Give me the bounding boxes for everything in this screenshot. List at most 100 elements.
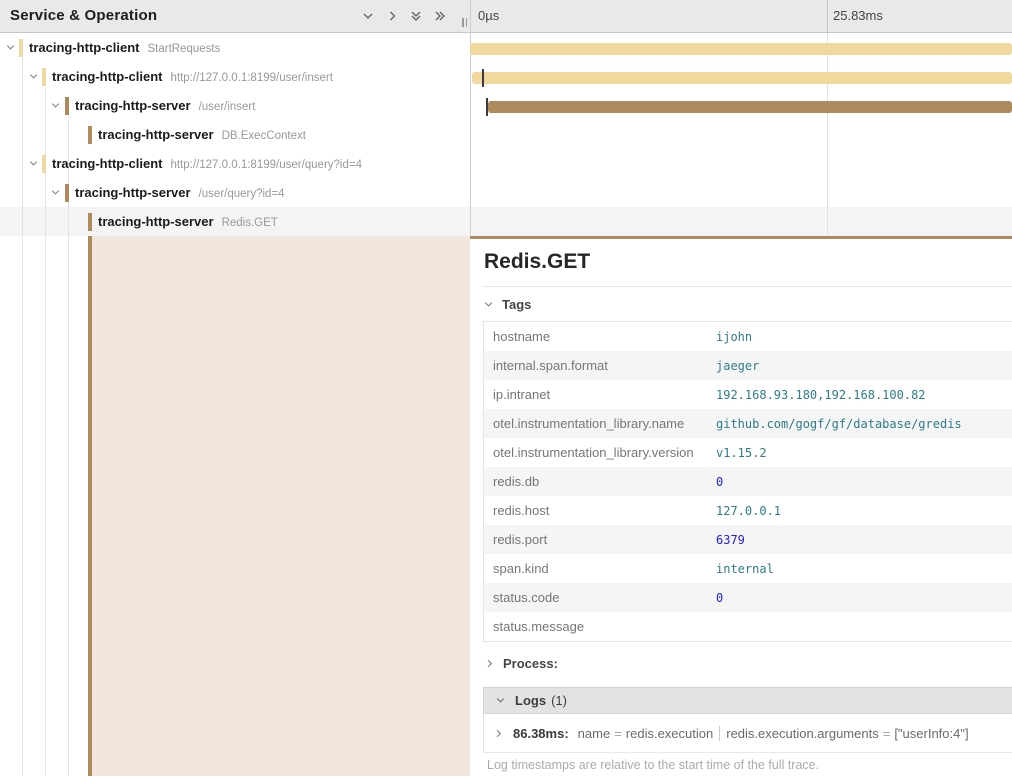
chevron-down-icon — [483, 299, 494, 310]
logs-section-label: Logs — [515, 693, 546, 708]
span-service-name: tracing-http-server/user/insert — [75, 98, 255, 113]
logs-count: (1) — [551, 693, 567, 708]
tag-key: redis.port — [484, 532, 716, 547]
selected-span-detail-tint — [92, 236, 470, 776]
span-duration-bar[interactable] — [470, 43, 1012, 55]
tag-row: internal.span.formatjaeger — [484, 351, 1012, 380]
span-color-indicator — [42, 155, 46, 173]
span-row[interactable]: tracing-http-clienthttp://127.0.0.1:8199… — [0, 149, 470, 178]
span-color-indicator — [42, 68, 46, 86]
expander-chevron-down-icon[interactable] — [5, 42, 16, 53]
span-detail-panel: Redis.GET Tags hostnameijohn internal.spa… — [470, 236, 1012, 776]
tag-row: status.message — [484, 612, 1012, 641]
process-section-label: Process: — [503, 656, 558, 671]
expander-chevron-down-icon[interactable] — [50, 187, 61, 198]
span-row[interactable]: tracing-http-server/user/insert — [0, 91, 470, 120]
chevron-right-icon[interactable] — [384, 9, 399, 24]
span-service-name: tracing-http-clientStartRequests — [29, 40, 220, 55]
tag-row: otel.instrumentation_library.namegithub.… — [484, 409, 1012, 438]
expander-chevron-down-icon[interactable] — [28, 71, 39, 82]
span-operation-name: http://127.0.0.1:8199/user/query?id=4 — [171, 159, 363, 171]
span-row[interactable]: tracing-http-clienthttp://127.0.0.1:8199… — [0, 62, 470, 91]
timeline-tick-mid: 25.83ms — [833, 8, 883, 23]
equals-sign: = — [879, 726, 895, 741]
tag-value: 6379 — [716, 533, 745, 547]
log-fields: name=redis.executionredis.execution.argu… — [578, 726, 969, 741]
span-duration-bar[interactable] — [488, 101, 1012, 113]
log-entry-row[interactable]: 86.38ms: name=redis.executionredis.execu… — [483, 714, 1012, 753]
span-service-name: tracing-http-serverDB.ExecContext — [98, 127, 306, 142]
logs-section-header[interactable]: Logs (1) — [483, 687, 1012, 714]
tag-key: span.kind — [484, 561, 716, 576]
tag-value: internal — [716, 562, 774, 576]
tags-section-header[interactable]: Tags — [483, 297, 531, 312]
log-field-key: name — [578, 726, 611, 741]
span-row[interactable]: tracing-http-clientStartRequests — [0, 33, 470, 62]
span-service-name: tracing-http-server/user/query?id=4 — [75, 185, 285, 200]
chevron-right-icon — [493, 728, 504, 739]
span-service-name: tracing-http-clienthttp://127.0.0.1:8199… — [52, 69, 333, 84]
span-operation-name: /user/insert — [199, 101, 256, 113]
chevron-right-icon — [484, 658, 495, 669]
tags-section-label: Tags — [502, 297, 531, 312]
span-row[interactable]: tracing-http-serverDB.ExecContext — [0, 120, 470, 149]
tag-value: 192.168.93.180,192.168.100.82 — [716, 388, 926, 402]
divider — [482, 286, 1012, 287]
log-field-value: ["userInfo:4"] — [894, 726, 968, 741]
log-field-separator — [719, 726, 720, 741]
tag-key: status.message — [484, 619, 716, 634]
tag-value: 127.0.0.1 — [716, 504, 781, 518]
tag-key: otel.instrumentation_library.name — [484, 416, 716, 431]
span-color-indicator — [65, 184, 69, 202]
tag-row: span.kindinternal — [484, 554, 1012, 583]
span-tree-rows: tracing-http-clientStartRequests tracing-… — [0, 33, 470, 236]
log-marker-tick — [486, 98, 488, 116]
log-timestamp: 86.38ms: — [513, 726, 569, 741]
tag-value: ijohn — [716, 330, 752, 344]
expander-chevron-down-icon[interactable] — [50, 100, 61, 111]
log-field-key: redis.execution.arguments — [726, 726, 878, 741]
double-chevron-down-icon[interactable] — [408, 9, 423, 24]
log-footnote: Log timestamps are relative to the start… — [487, 758, 819, 772]
timeline-rows — [470, 33, 1012, 236]
log-field-value: redis.execution — [626, 726, 713, 741]
timeline-header: 0µs 25.83ms — [470, 0, 1012, 33]
tag-value: 0 — [716, 591, 723, 605]
timeline-tick-start: 0µs — [478, 8, 499, 23]
tag-value: 0 — [716, 475, 723, 489]
expander-chevron-down-icon[interactable] — [28, 158, 39, 169]
tag-key: redis.host — [484, 503, 716, 518]
chevron-down-icon[interactable] — [360, 9, 375, 24]
tags-table: hostnameijohn internal.span.formatjaeger i… — [483, 321, 1012, 642]
column-resize-handle[interactable] — [462, 18, 470, 27]
tag-row: redis.db0 — [484, 467, 1012, 496]
span-color-indicator — [88, 126, 92, 144]
tag-key: ip.intranet — [484, 387, 716, 402]
span-detail-title: Redis.GET — [484, 250, 590, 274]
tag-key: hostname — [484, 329, 716, 344]
tag-value: v1.15.2 — [716, 446, 767, 460]
span-row[interactable]: tracing-http-server/user/query?id=4 — [0, 178, 470, 207]
span-operation-name: Redis.GET — [222, 217, 278, 229]
span-color-indicator — [88, 213, 92, 231]
span-color-indicator — [65, 97, 69, 115]
span-service-name: tracing-http-serverRedis.GET — [98, 214, 278, 229]
process-section-header[interactable]: Process: — [484, 656, 558, 671]
span-operation-name: DB.ExecContext — [222, 130, 306, 142]
tag-value: github.com/gogf/gf/database/gredis — [716, 417, 962, 431]
tag-row: redis.host127.0.0.1 — [484, 496, 1012, 525]
timeline-gridline — [827, 0, 828, 33]
span-operation-name: http://127.0.0.1:8199/user/insert — [171, 72, 333, 84]
tag-key: status.code — [484, 590, 716, 605]
double-chevron-right-icon[interactable] — [432, 9, 447, 24]
span-row[interactable]: tracing-http-serverRedis.GET — [0, 207, 470, 236]
tag-value: jaeger — [716, 359, 759, 373]
span-operation-name: StartRequests — [148, 43, 221, 55]
span-duration-bar[interactable] — [472, 72, 1012, 84]
chevron-down-icon — [495, 695, 506, 706]
span-service-name: tracing-http-clienthttp://127.0.0.1:8199… — [52, 156, 362, 171]
span-operation-name: /user/query?id=4 — [199, 188, 285, 200]
tag-key: redis.db — [484, 474, 716, 489]
span-tree-header: Service & Operation — [0, 0, 470, 33]
equals-sign: = — [610, 726, 626, 741]
